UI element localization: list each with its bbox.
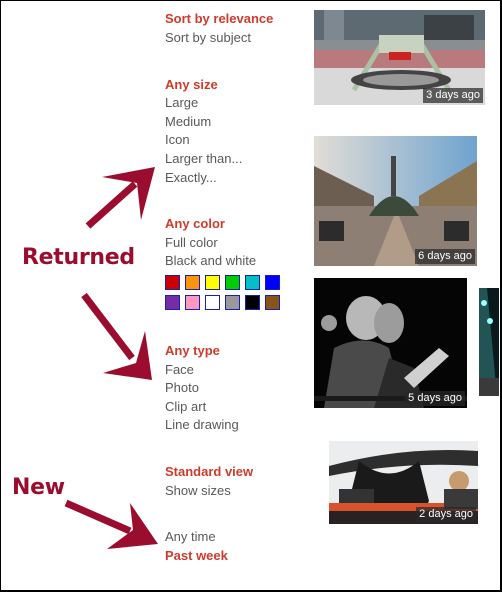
- type-face-option[interactable]: Face: [165, 362, 194, 378]
- annotation-returned: Returned: [22, 245, 135, 270]
- size-any-option[interactable]: Any size: [165, 77, 218, 93]
- result-age: 6 days ago: [415, 249, 475, 264]
- type-any-option[interactable]: Any type: [165, 343, 220, 359]
- size-larger-than-option[interactable]: Larger than...: [165, 151, 242, 167]
- guitarists-image: [314, 278, 467, 408]
- arrow-new: [64, 499, 132, 535]
- color-swatch-red[interactable]: [165, 275, 180, 290]
- result-thumbnail[interactable]: 5 days ago: [314, 278, 467, 408]
- color-swatch-black[interactable]: [245, 295, 260, 310]
- color-swatch-orange[interactable]: [185, 275, 200, 290]
- result-age: 2 days ago: [416, 507, 476, 522]
- color-swatch-green[interactable]: [225, 275, 240, 290]
- color-any-option[interactable]: Any color: [165, 216, 225, 232]
- stadium-sky-image: [314, 136, 477, 266]
- sort-subject-option[interactable]: Sort by subject: [165, 30, 251, 46]
- color-bw-option[interactable]: Black and white: [165, 253, 256, 269]
- result-thumbnail-partial[interactable]: [479, 288, 499, 396]
- type-line-drawing-option[interactable]: Line drawing: [165, 417, 239, 433]
- size-exactly-option[interactable]: Exactly...: [165, 170, 217, 186]
- color-swatch-white[interactable]: [205, 295, 220, 310]
- annotation-new: New: [12, 475, 65, 500]
- arrow-returned-down: [81, 292, 135, 361]
- color-swatch-yellow[interactable]: [205, 275, 220, 290]
- sort-relevance-option[interactable]: Sort by relevance: [165, 11, 273, 27]
- view-standard-option[interactable]: Standard view: [165, 464, 253, 480]
- arrow-returned-up: [85, 181, 138, 229]
- color-swatch-brown[interactable]: [265, 295, 280, 310]
- result-thumbnail[interactable]: 2 days ago: [329, 441, 478, 524]
- time-any-option[interactable]: Any time: [165, 529, 216, 545]
- type-photo-option[interactable]: Photo: [165, 380, 199, 396]
- color-full-option[interactable]: Full color: [165, 235, 218, 251]
- size-icon-option[interactable]: Icon: [165, 132, 190, 148]
- color-swatch-purple[interactable]: [165, 295, 180, 310]
- result-age: 5 days ago: [405, 391, 465, 406]
- color-swatch-blue[interactable]: [265, 275, 280, 290]
- size-large-option[interactable]: Large: [165, 95, 198, 111]
- result-thumbnail[interactable]: 6 days ago: [314, 136, 477, 266]
- view-show-sizes-option[interactable]: Show sizes: [165, 483, 231, 499]
- time-past-week-option[interactable]: Past week: [165, 548, 228, 564]
- result-age: 3 days ago: [423, 88, 483, 103]
- color-swatch-teal[interactable]: [245, 275, 260, 290]
- stage-lights-image: [479, 288, 499, 396]
- color-swatch-gray[interactable]: [225, 295, 240, 310]
- result-thumbnail[interactable]: 3 days ago: [314, 10, 485, 105]
- color-swatch-pink[interactable]: [185, 295, 200, 310]
- size-medium-option[interactable]: Medium: [165, 114, 211, 130]
- type-clipart-option[interactable]: Clip art: [165, 399, 206, 415]
